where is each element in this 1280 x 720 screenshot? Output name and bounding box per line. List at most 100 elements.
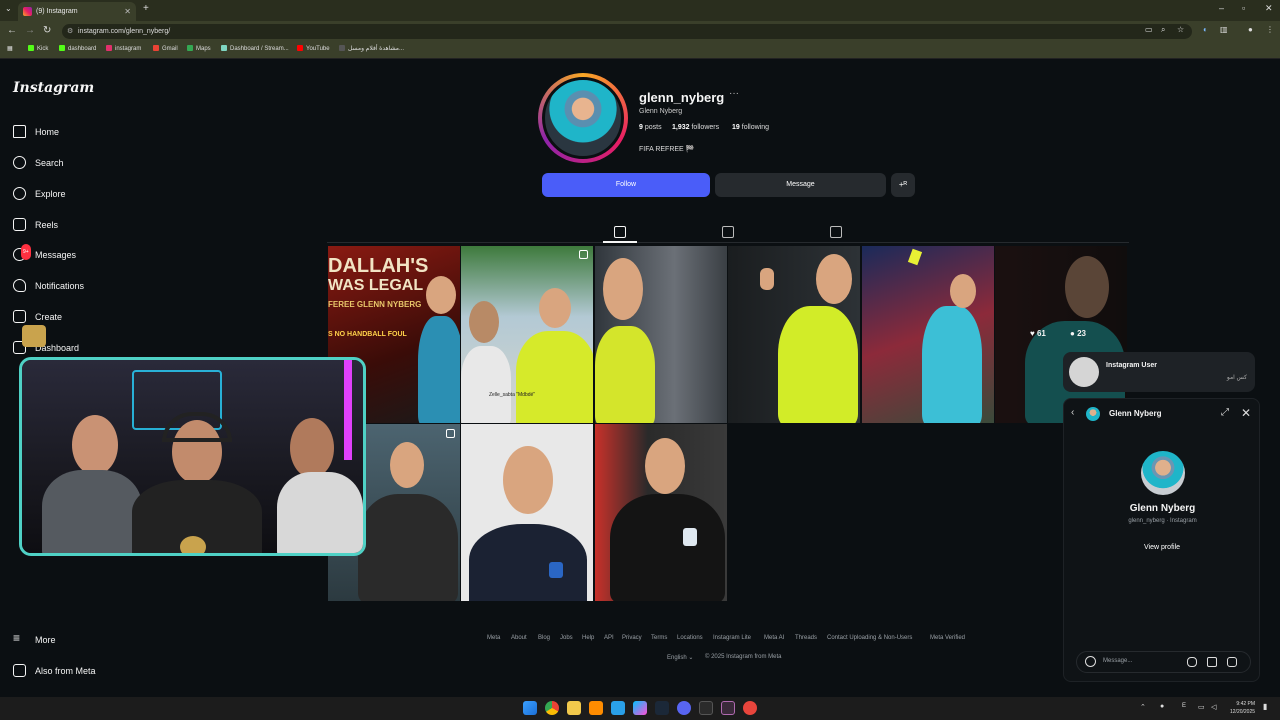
site-info-icon[interactable]: ⚙ xyxy=(67,24,73,39)
zoom-icon[interactable]: ⌕ xyxy=(1161,25,1165,35)
extension-icon[interactable]: ◐ xyxy=(1203,25,1208,34)
url-field[interactable]: ⚙ instagram.com/glenn_nyberg/ xyxy=(62,24,1192,39)
footer-link[interactable]: Threads xyxy=(795,635,817,641)
followers-stat[interactable]: 1,932 followers xyxy=(672,124,719,131)
menu-kebab-icon[interactable]: ⋮ xyxy=(1266,25,1274,34)
referee-head xyxy=(390,442,424,488)
post-thumbnail-hovered[interactable]: ♥ 61 ● 23 xyxy=(995,246,1127,423)
profile-icon[interactable]: ● xyxy=(1248,25,1253,34)
post-thumbnail[interactable]: Zelle_sabta "Mdbdé" xyxy=(461,246,593,423)
chat-title[interactable]: Glenn Nyberg xyxy=(1109,409,1161,418)
steam-icon[interactable] xyxy=(655,701,669,715)
emoji-icon[interactable] xyxy=(1085,656,1096,667)
footer-link[interactable]: Meta Verified xyxy=(930,635,965,641)
forward-icon[interactable]: → xyxy=(25,25,35,36)
bookmark-youtube[interactable]: YouTube xyxy=(297,45,330,52)
instagram-logo[interactable]: Instagram xyxy=(13,80,94,96)
instagram-icon xyxy=(106,45,112,51)
close-icon[interactable]: ✕ xyxy=(1241,406,1251,420)
footer-link[interactable]: Blog xyxy=(538,635,550,641)
reload-icon[interactable]: ↻ xyxy=(43,25,51,36)
footer-link[interactable]: Contact Uploading & Non-Users xyxy=(827,635,912,641)
bookmarks-bar: ▦ Kick dashboard instagram Gmail Maps Da… xyxy=(0,42,1280,59)
chat-window: ‹ Glenn Nyberg ⤢ ✕ Glenn Nyberg glenn_ny… xyxy=(1063,398,1260,682)
footer-link[interactable]: Meta AI xyxy=(764,635,784,641)
following-stat[interactable]: 19 following xyxy=(732,124,769,131)
tab-search-icon[interactable]: ⌄ xyxy=(5,4,12,13)
app-icon[interactable] xyxy=(589,701,603,715)
chat-profile-avatar[interactable] xyxy=(1141,451,1185,495)
bookmark-dashboard[interactable]: dashboard xyxy=(59,45,96,52)
bookmark-maps[interactable]: Maps xyxy=(187,45,211,52)
capcut-icon[interactable] xyxy=(633,701,647,715)
footer-link[interactable]: Instagram Lite xyxy=(713,635,751,641)
view-profile-button[interactable]: View profile xyxy=(1132,541,1192,555)
footer-link[interactable]: Privacy xyxy=(622,635,642,641)
extension-icon[interactable]: ▥ xyxy=(1220,25,1228,34)
tray-chevron-icon[interactable]: ⌃ xyxy=(1140,703,1146,711)
sticker-icon[interactable] xyxy=(1227,657,1237,667)
message-input[interactable]: Message... xyxy=(1076,651,1251,673)
network-icon[interactable]: ▭ xyxy=(1198,703,1205,711)
apps-grid-icon[interactable]: ▦ xyxy=(7,45,13,52)
bookmark-star-icon[interactable]: ☆ xyxy=(1177,25,1184,34)
message-button[interactable]: Message xyxy=(715,173,886,197)
chat-header-avatar[interactable] xyxy=(1086,407,1100,421)
bookmark-gmail[interactable]: Gmail xyxy=(153,45,178,52)
post-thumbnail[interactable] xyxy=(461,424,593,601)
active-tab-indicator xyxy=(603,241,637,243)
post-thumbnail[interactable] xyxy=(728,246,860,423)
window-close-icon[interactable]: ✕ xyxy=(1265,3,1273,14)
back-chevron-icon[interactable]: ‹ xyxy=(1071,407,1074,418)
obs-icon[interactable] xyxy=(743,701,757,715)
tagged-tab-icon[interactable] xyxy=(830,226,842,238)
bookmark-movies[interactable]: مشاهدة أفلام ومسل... xyxy=(339,45,404,52)
back-icon[interactable]: ← xyxy=(7,25,17,36)
message-notification[interactable]: Instagram User كس امو xyxy=(1063,352,1255,392)
bookmark-kick[interactable]: Kick xyxy=(28,45,48,52)
browser-tab-instagram[interactable]: (9) Instagram ✕ xyxy=(18,2,136,21)
reels-tab-icon[interactable] xyxy=(722,226,734,238)
follow-button[interactable]: Follow xyxy=(542,173,710,197)
bookmark-instagram[interactable]: instagram xyxy=(106,45,141,52)
bookmark-dashboard-stream[interactable]: Dashboard / Stream... xyxy=(221,45,289,52)
volume-icon[interactable]: ◁ xyxy=(1211,703,1216,711)
footer-link[interactable]: Terms xyxy=(651,635,667,641)
image-icon[interactable] xyxy=(1207,657,1217,667)
microphone-icon[interactable] xyxy=(1187,657,1197,667)
kick-icon xyxy=(59,45,65,51)
add-user-icon[interactable]: +ᴿ xyxy=(891,173,915,197)
chrome-icon[interactable] xyxy=(545,701,559,715)
post-thumbnail[interactable] xyxy=(862,246,994,423)
maximize-icon[interactable]: ▫ xyxy=(1242,3,1245,13)
file-explorer-icon[interactable] xyxy=(567,701,581,715)
xbox-icon[interactable] xyxy=(699,701,713,715)
posts-grid-tab-icon[interactable] xyxy=(614,226,626,238)
profile-avatar[interactable] xyxy=(542,77,624,159)
notification-center-icon[interactable]: ▮ xyxy=(1263,702,1267,711)
footer-link[interactable]: Help xyxy=(582,635,594,641)
epic-games-icon[interactable] xyxy=(721,701,735,715)
options-icon[interactable]: ··· xyxy=(729,88,739,99)
footer-link[interactable]: Jobs xyxy=(560,635,573,641)
footer-link[interactable]: Locations xyxy=(677,635,703,641)
post-thumbnail[interactable] xyxy=(595,424,727,601)
post-subheadline: FEREE GLENN NYBERG xyxy=(328,300,422,309)
tab-close-icon[interactable]: ✕ xyxy=(124,2,131,21)
minimize-icon[interactable]: – xyxy=(1219,3,1224,13)
microphone-tray-icon[interactable]: ● xyxy=(1160,703,1164,710)
footer-link[interactable]: About xyxy=(511,635,527,641)
store-icon[interactable] xyxy=(611,701,625,715)
clock[interactable]: 9:42 PM 12/20/2025 xyxy=(1230,700,1255,716)
install-app-icon[interactable]: ▭ xyxy=(1145,25,1153,34)
discord-icon[interactable] xyxy=(677,701,691,715)
footer-link[interactable]: API xyxy=(604,635,614,641)
language-select[interactable]: English ⌄ xyxy=(667,654,693,661)
post-thumbnail[interactable] xyxy=(595,246,727,423)
comment-icon: ● xyxy=(1070,329,1075,338)
footer-link[interactable]: Meta xyxy=(487,635,500,641)
windows-start-icon[interactable] xyxy=(523,701,537,715)
input-language[interactable]: E xyxy=(1182,703,1186,709)
new-tab-icon[interactable]: + xyxy=(143,3,149,14)
expand-icon[interactable]: ⤢ xyxy=(1221,407,1229,418)
